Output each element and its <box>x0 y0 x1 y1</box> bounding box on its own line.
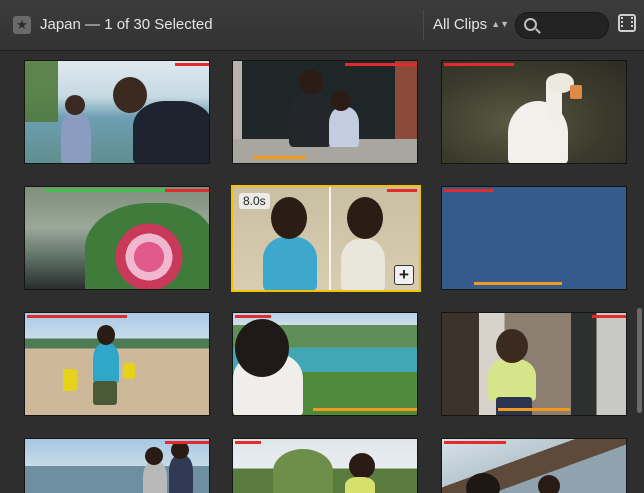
used-marker <box>474 282 562 285</box>
clip-filter-label: All Clips <box>433 16 488 33</box>
favorite-marker <box>165 189 209 192</box>
favorite-marker <box>235 441 261 444</box>
add-clip-button[interactable]: + <box>394 265 414 285</box>
magnifier-icon <box>524 18 537 31</box>
favorite-marker <box>175 63 209 66</box>
favorite-marker <box>444 189 494 192</box>
filmstrip-icon[interactable] <box>618 14 636 32</box>
star-icon[interactable]: ★ <box>13 16 31 34</box>
favorite-marker <box>235 315 271 318</box>
clip-thumbnail[interactable] <box>441 60 627 164</box>
clip-thumbnail[interactable] <box>441 186 627 290</box>
clip-duration-badge: 8.0s <box>239 193 270 209</box>
favorite-marker <box>592 315 626 318</box>
clip-thumbnail[interactable] <box>232 60 418 164</box>
clip-thumbnail[interactable] <box>232 312 418 416</box>
toolbar-divider <box>423 10 424 40</box>
event-title: Japan — 1 of 30 Selected <box>40 16 213 33</box>
clip-thumbnail[interactable] <box>24 438 210 493</box>
favorite-marker <box>444 63 514 66</box>
clip-filter-dropdown[interactable]: All Clips ▲▼ <box>433 16 509 33</box>
green-marker <box>45 189 165 192</box>
used-marker <box>253 156 305 159</box>
favorite-marker <box>27 315 127 318</box>
used-marker <box>498 408 570 411</box>
clip-thumbnail[interactable] <box>441 312 627 416</box>
search-input[interactable] <box>515 12 609 39</box>
clip-thumbnail[interactable] <box>24 312 210 416</box>
clip-thumbnail[interactable] <box>24 186 210 290</box>
updown-arrows-icon: ▲▼ <box>491 19 510 29</box>
used-marker <box>313 408 417 411</box>
clip-thumbnail[interactable] <box>24 60 210 164</box>
favorite-marker <box>387 189 417 192</box>
favorite-marker <box>345 63 417 66</box>
clip-thumbnail[interactable] <box>441 438 627 493</box>
clip-thumbnail[interactable] <box>232 438 418 493</box>
scrollbar[interactable] <box>637 308 642 413</box>
selected-clip-thumbnail[interactable]: 8.0s + <box>231 185 421 292</box>
favorite-marker <box>165 441 209 444</box>
favorite-marker <box>444 441 506 444</box>
browser-toolbar: ★ Japan — 1 of 30 Selected All Clips ▲▼ <box>0 0 644 51</box>
